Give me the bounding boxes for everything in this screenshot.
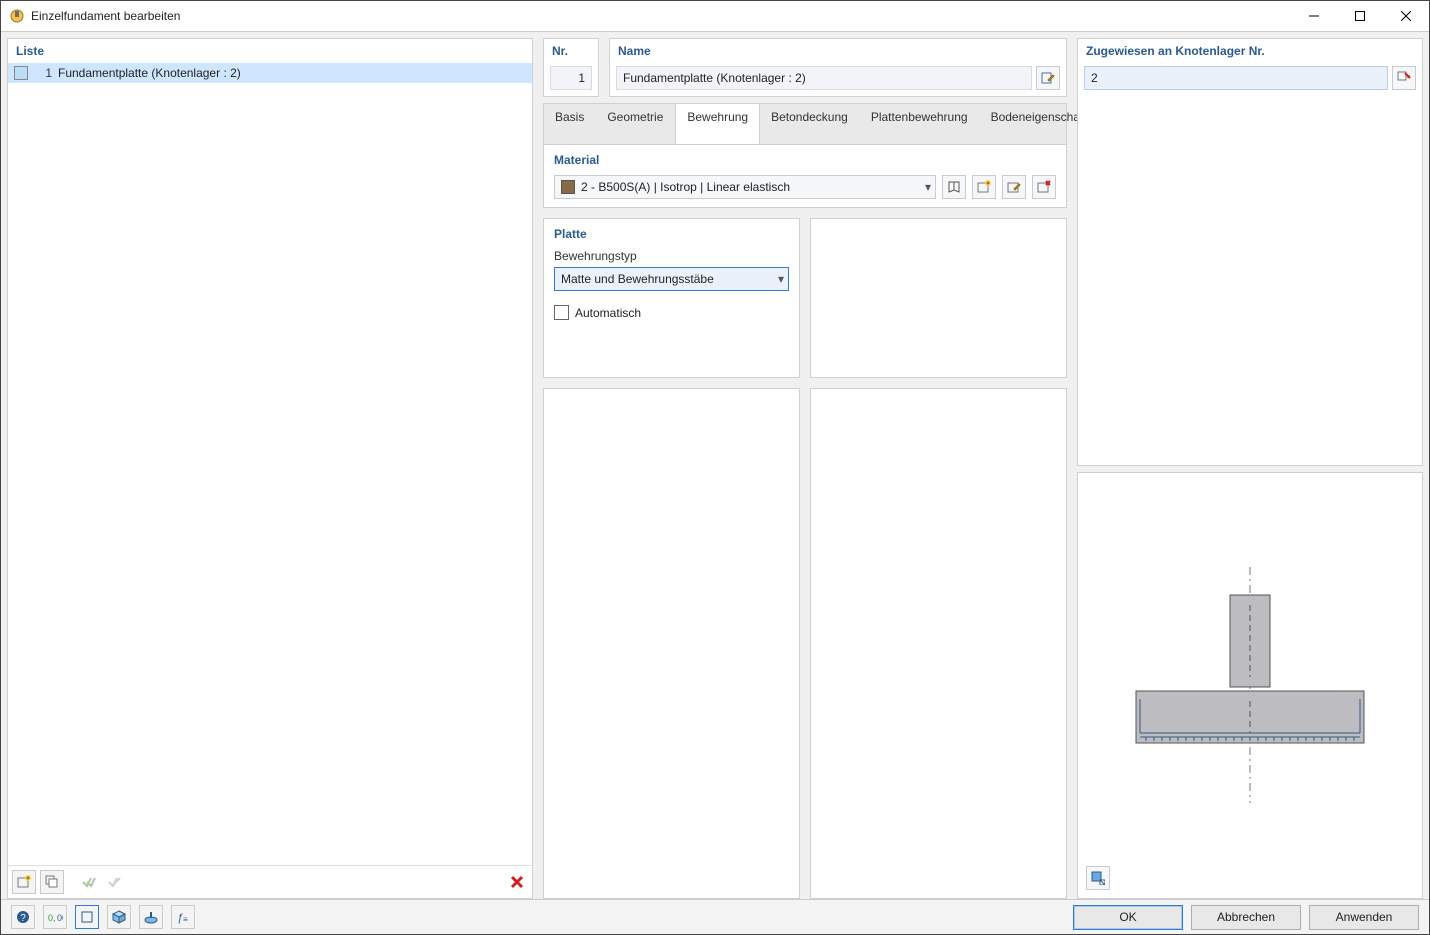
minimize-button[interactable] (1291, 1, 1337, 31)
close-button[interactable] (1383, 1, 1429, 31)
material-new-button[interactable] (972, 175, 996, 199)
number-label: Nr. (544, 39, 598, 62)
reinforcement-type-label: Bewehrungstyp (554, 249, 789, 263)
pick-node-button[interactable] (1392, 66, 1416, 90)
name-field-group: Name Fundamentplatte (Knotenlager : 2) (609, 38, 1067, 97)
list-item-swatch (14, 66, 28, 80)
foundation-preview-svg (1100, 555, 1400, 815)
material-edit-button[interactable] (1002, 175, 1026, 199)
name-value[interactable]: Fundamentplatte (Knotenlager : 2) (616, 66, 1032, 90)
chevron-down-icon: ▾ (925, 180, 931, 194)
svg-text:?: ? (20, 913, 26, 924)
apply-button[interactable]: Anwenden (1309, 905, 1419, 930)
ok-button[interactable]: OK (1073, 905, 1183, 930)
svg-text:00: 00 (57, 913, 63, 923)
delete-item-button[interactable] (506, 871, 528, 893)
reinforcement-type-value: Matte und Bewehrungsstäbe (561, 272, 714, 286)
material-library-button[interactable] (942, 175, 966, 199)
list-item[interactable]: 1 Fundamentplatte (Knotenlager : 2) (8, 63, 532, 83)
plate-section: Platte Bewehrungstyp Matte und Bewehrung… (543, 218, 800, 378)
empty-section-bottom-right (810, 388, 1067, 899)
svg-text:0,: 0, (48, 913, 56, 923)
number-field-group: Nr. 1 (543, 38, 599, 97)
script-button[interactable]: ƒ≡ (171, 905, 195, 929)
chevron-down-icon: ▾ (778, 272, 784, 286)
new-item-button[interactable] (12, 870, 36, 894)
tab-betondeckung[interactable]: Betondeckung (760, 104, 860, 144)
window-title: Einzelfundament bearbeiten (31, 9, 180, 23)
material-delete-button[interactable] (1032, 175, 1056, 199)
info-button[interactable] (139, 905, 163, 929)
auto-label: Automatisch (575, 306, 641, 320)
tab-bar: Basis Geometrie Bewehrung Betondeckung P… (543, 103, 1067, 144)
maximize-button[interactable] (1337, 1, 1383, 31)
svg-text:≡: ≡ (183, 915, 188, 924)
tab-plattenbewehrung[interactable]: Plattenbewehrung (860, 104, 980, 144)
footer: ? 0,00 ƒ≡ OK Abbrechen Anwenden (1, 899, 1429, 934)
empty-section-bottom-left (543, 388, 800, 899)
number-value[interactable]: 1 (550, 66, 592, 90)
material-swatch (561, 180, 575, 194)
tab-geometrie[interactable]: Geometrie (596, 104, 675, 144)
material-section: Material 2 - B500S(A) | Isotrop | Linear… (543, 144, 1067, 208)
assigned-field-group: Zugewiesen an Knotenlager Nr. 2 (1077, 38, 1423, 466)
tab-bewehrung[interactable]: Bewehrung (675, 104, 760, 145)
material-title: Material (554, 153, 1056, 167)
reinforcement-type-combo[interactable]: Matte und Bewehrungsstäbe ▾ (554, 267, 789, 291)
list-panel: Liste 1 Fundamentplatte (Knotenlager : 2… (7, 38, 533, 899)
tab-basis[interactable]: Basis (544, 104, 596, 144)
auto-checkbox[interactable] (554, 305, 569, 320)
titlebar: Einzelfundament bearbeiten (1, 1, 1429, 32)
check-all-button[interactable] (78, 871, 100, 893)
list-header: Liste (8, 39, 532, 63)
assigned-value[interactable]: 2 (1084, 66, 1388, 90)
assigned-label: Zugewiesen an Knotenlager Nr. (1078, 39, 1422, 62)
name-label: Name (610, 39, 1066, 62)
view-3d-button[interactable] (107, 905, 131, 929)
list-item-label: Fundamentplatte (Knotenlager : 2) (58, 66, 241, 80)
plate-title: Platte (554, 227, 789, 241)
preview-settings-button[interactable] (1086, 866, 1110, 890)
preview-panel[interactable] (1077, 472, 1423, 900)
app-icon (9, 8, 25, 24)
list-item-number: 1 (34, 66, 52, 80)
list-body[interactable]: 1 Fundamentplatte (Knotenlager : 2) (8, 63, 532, 865)
empty-section-top-right (810, 218, 1067, 378)
copy-item-button[interactable] (40, 870, 64, 894)
cancel-button[interactable]: Abbrechen (1191, 905, 1301, 930)
uncheck-all-button[interactable] (104, 871, 126, 893)
view-2d-button[interactable] (75, 905, 99, 929)
units-button[interactable]: 0,00 (43, 905, 67, 929)
rename-button[interactable] (1036, 66, 1060, 90)
help-button[interactable]: ? (11, 905, 35, 929)
material-value: 2 - B500S(A) | Isotrop | Linear elastisc… (581, 180, 790, 194)
material-combo[interactable]: 2 - B500S(A) | Isotrop | Linear elastisc… (554, 175, 936, 199)
